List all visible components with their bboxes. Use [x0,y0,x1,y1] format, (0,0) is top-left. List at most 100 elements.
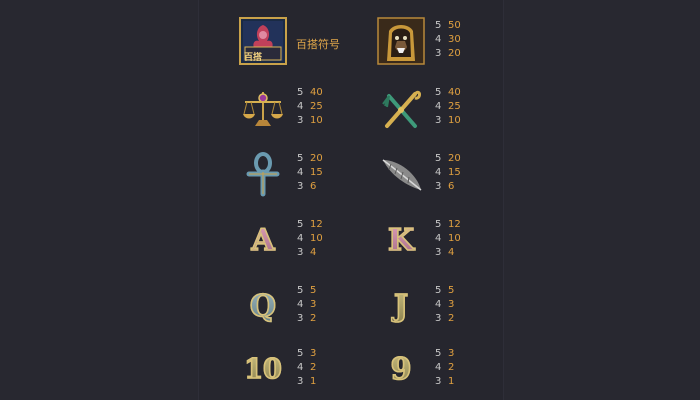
payout-value: 6 [448,181,455,192]
payout-line: 4 15 [435,166,461,180]
match-count: 3 [297,181,304,192]
payout-line: 53 [297,347,316,361]
match-count: 3 [435,181,442,192]
payout-value: 25 [310,101,323,112]
match-count: 4 [435,299,442,310]
payout-value: 3 [310,299,317,310]
payout-line: 4 10 [297,232,323,246]
payout-value: 15 [310,167,323,178]
match-count: 3 [297,313,304,324]
payout-line: 3 10 [297,114,323,128]
payout-list: 55 43 32 [435,284,454,326]
payout-line: 5 40 [297,86,323,100]
payout-value: 10 [448,233,461,244]
number-10-icon: 10 [238,344,288,394]
payout-line: 32 [297,312,316,326]
match-count: 5 [297,153,304,164]
match-count: 5 [297,285,304,296]
payout-line: 4 25 [435,100,461,114]
payout-line: 3 10 [435,114,461,128]
payout-value: 4 [448,247,455,258]
match-count: 3 [435,48,442,59]
match-count: 5 [435,153,442,164]
payout-value: 5 [310,285,317,296]
payout-value: 10 [310,115,323,126]
payout-line: 55 [297,284,316,298]
ankh-icon [238,149,288,199]
payout-value: 12 [310,219,323,230]
match-count: 4 [297,101,304,112]
payout-list: 5 40 4 25 3 10 [297,86,323,128]
match-count: 3 [435,313,442,324]
number-10-glyph: 10 [243,353,282,386]
payout-value: 10 [310,233,323,244]
payout-list: 5 50 4 30 3 20 [435,19,461,61]
feather-icon [376,149,426,199]
payout-line: 5 12 [297,218,323,232]
payout-value: 2 [448,362,455,373]
match-count: 5 [435,20,442,31]
match-count: 5 [297,348,304,359]
payout-value: 3 [310,348,317,359]
match-count: 4 [435,34,442,45]
payout-line: 4 25 [297,100,323,114]
payout-list: 53 42 31 [435,347,454,389]
symbol-entry-k: K 5 12 4 10 34 [376,209,526,269]
match-count: 5 [297,219,304,230]
match-count: 4 [297,362,304,373]
payout-line: 34 [297,246,323,260]
wild-symbol-label: 百搭符号 [296,38,340,51]
payout-value: 1 [310,376,317,387]
letter-q-glyph: Q [249,288,277,325]
payout-value: 10 [448,115,461,126]
payout-value: 20 [448,48,461,59]
payout-line: 53 [435,347,454,361]
letter-a-icon: A [238,215,288,265]
payout-line: 43 [435,298,454,312]
payout-line: 42 [435,361,454,375]
payout-value: 25 [448,101,461,112]
payout-line: 4 10 [435,232,461,246]
scales-icon [238,83,288,133]
payout-line: 34 [435,246,461,260]
payout-value: 30 [448,34,461,45]
payout-line: 55 [435,284,454,298]
match-count: 4 [435,233,442,244]
match-count: 5 [435,285,442,296]
match-count: 4 [435,167,442,178]
letter-k-glyph: K [387,222,415,259]
symbol-entry-ankh: 5 20 4 15 36 [238,143,388,203]
match-count: 3 [297,247,304,258]
payout-list: 5 20 4 15 36 [435,152,461,194]
payout-value: 20 [448,153,461,164]
match-count: 3 [435,247,442,258]
number-9-icon: 9 [376,344,426,394]
match-count: 5 [435,348,442,359]
letter-q-icon: Q [238,281,288,331]
match-count: 4 [297,167,304,178]
payout-value: 40 [448,87,461,98]
payout-line: 5 20 [435,152,461,166]
payout-line: 4 30 [435,33,461,47]
match-count: 4 [297,233,304,244]
match-count: 5 [297,87,304,98]
paytable-row: 5 20 4 15 36 5 20 4 15 36 [198,143,502,203]
payout-value: 6 [310,181,317,192]
match-count: 4 [435,101,442,112]
payout-line: 31 [297,375,316,389]
payout-value: 20 [310,153,323,164]
payout-line: 36 [435,180,461,194]
symbol-entry-10: 10 53 42 31 [238,338,388,398]
payout-value: 2 [310,362,317,373]
letter-k-icon: K [376,215,426,265]
wild-badge-text: 百搭 [244,53,263,63]
payout-list: 5 20 4 15 36 [297,152,323,194]
payout-line: 31 [435,375,454,389]
payout-value: 3 [448,299,455,310]
crook-flail-icon [376,83,426,133]
match-count: 3 [297,115,304,126]
symbol-entry-q: Q 55 43 32 [238,275,388,335]
match-count: 4 [435,362,442,373]
match-count: 5 [435,87,442,98]
match-count: 3 [297,376,304,387]
